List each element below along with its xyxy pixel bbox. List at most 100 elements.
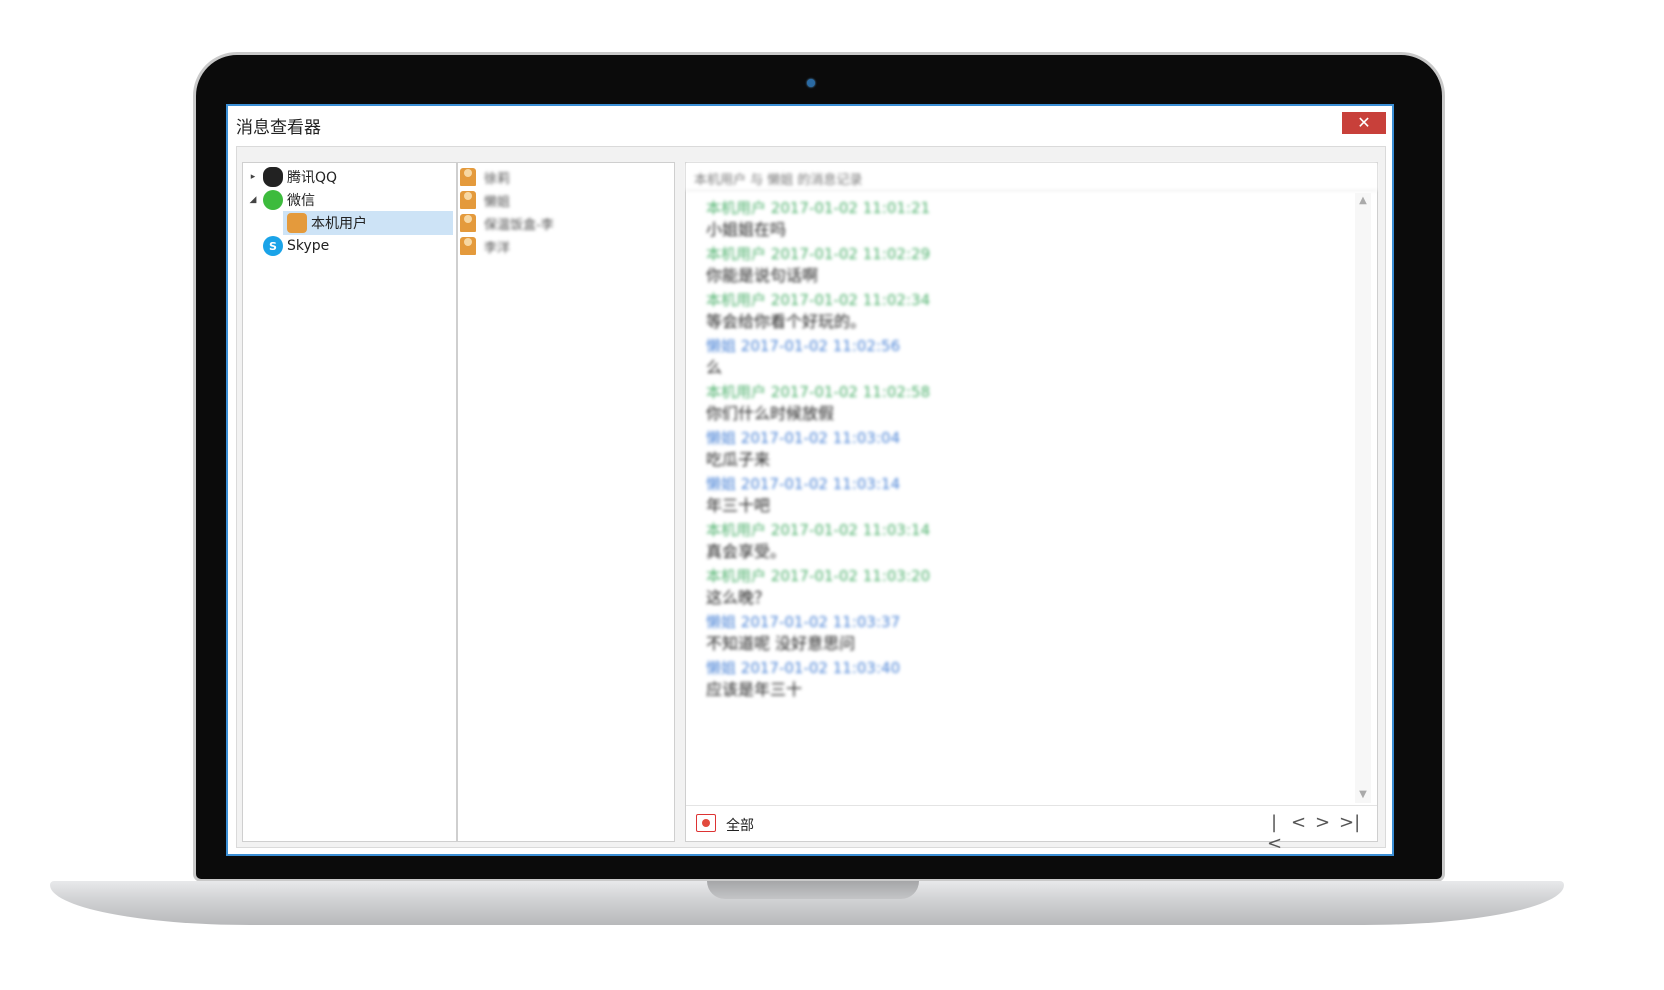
contact-name: 李洋 — [484, 240, 511, 256]
contact-item[interactable]: 保温饭盒-李 — [460, 211, 554, 235]
tree-item-label: 微信 — [287, 193, 315, 209]
message-text: 等会给你看个好玩的。 — [706, 312, 867, 331]
message-text: 小姐姐在吗 — [706, 220, 787, 239]
vertical-scrollbar[interactable]: ▲ ▼ — [1355, 193, 1371, 803]
contact-avatar-icon — [460, 191, 476, 209]
message-sender: 本机用户 — [706, 199, 767, 217]
contact-name: 徐莉 — [484, 171, 511, 187]
contact-avatar-icon — [460, 168, 476, 186]
contact-list: 徐莉 懒姐 保温饭盒-李 李洋 — [457, 162, 675, 842]
message-time: 2017-01-02 11:03:20 — [770, 567, 931, 585]
message-meta: 本机用户 2017-01-02 11:02:58 — [706, 381, 1326, 403]
message-meta: 本机用户 2017-01-02 11:03:14 — [706, 519, 1326, 541]
message-item: 本机用户 2017-01-02 11:03:14 真会享受。 — [706, 519, 1326, 565]
expand-arrow-icon[interactable]: ▸ — [247, 172, 259, 182]
scroll-up-icon[interactable]: ▲ — [1355, 193, 1371, 209]
contact-avatar-icon — [460, 237, 476, 255]
user-icon — [287, 213, 307, 233]
message-text: 么 — [706, 358, 723, 377]
message-sender: 本机用户 — [706, 383, 767, 401]
tree-item-label: Skype — [287, 238, 330, 254]
message-item: 本机用户 2017-01-02 11:02:58 你们什么时候放假 — [706, 381, 1326, 427]
tree-item-local-user[interactable]: 本机用户 — [283, 211, 453, 235]
message-meta: 本机用户 2017-01-02 11:02:34 — [706, 289, 1326, 311]
message-item: 懒姐 2017-01-02 11:02:56 么 — [706, 335, 1326, 381]
tree-item-wechat[interactable]: ◢ 微信 — [247, 188, 315, 212]
message-viewer-window: 消息查看器 ✕ ▸ 腾讯QQ ◢ 微信 本机用户 S Skype 徐莉 懒姐 保… — [226, 104, 1394, 856]
message-meta: 懒姐 2017-01-02 11:02:56 — [706, 335, 1326, 357]
message-pane: 本机用户 与 懒姐 的消息记录 本机用户 2017-01-02 11:01:21… — [685, 162, 1378, 854]
message-text: 不知道呢 没好意思问 — [706, 634, 856, 653]
message-item: 本机用户 2017-01-02 11:02:29 你能是说句话啊 — [706, 243, 1326, 289]
message-sender: 懒姐 — [706, 337, 737, 355]
message-sender: 本机用户 — [706, 567, 767, 585]
last-page-button[interactable]: >| — [1339, 812, 1360, 854]
tree-item-skype[interactable]: S Skype — [259, 234, 329, 258]
message-item: 懒姐 2017-01-02 11:03:40 应该是年三十 — [706, 657, 1326, 703]
message-time: 2017-01-02 11:02:29 — [770, 245, 931, 263]
pager: |< < > >| — [1267, 812, 1360, 854]
message-meta: 懒姐 2017-01-02 11:03:04 — [706, 427, 1326, 449]
message-meta: 本机用户 2017-01-02 11:01:21 — [706, 197, 1326, 219]
message-footer: 全部 |< < > >| — [686, 805, 1377, 854]
laptop-hinge — [707, 881, 919, 899]
tree-item-qq[interactable]: ▸ 腾讯QQ — [247, 165, 337, 189]
message-list: 本机用户 2017-01-02 11:01:21 小姐姐在吗 本机用户 2017-0… — [706, 197, 1326, 703]
message-sender: 本机用户 — [706, 245, 767, 263]
message-time: 2017-01-02 11:02:34 — [770, 291, 931, 309]
message-item: 懒姐 2017-01-02 11:03:14 年三十吧 — [706, 473, 1326, 519]
message-item: 懒姐 2017-01-02 11:03:37 不知道呢 没好意思问 — [706, 611, 1326, 657]
message-text: 这么晚？ — [706, 588, 771, 607]
message-text: 吃瓜子来 — [706, 450, 771, 469]
message-text: 你能是说句话啊 — [706, 266, 819, 285]
first-page-button[interactable]: |< — [1267, 812, 1282, 854]
message-meta: 懒姐 2017-01-02 11:03:40 — [706, 657, 1326, 679]
account-tree: ▸ 腾讯QQ ◢ 微信 本机用户 S Skype — [242, 162, 457, 842]
message-sender: 本机用户 — [706, 521, 767, 539]
close-button[interactable]: ✕ — [1342, 112, 1386, 134]
message-sender: 本机用户 — [706, 291, 767, 309]
tree-item-label: 腾讯QQ — [287, 170, 338, 186]
message-text: 年三十吧 — [706, 496, 771, 515]
message-item: 懒姐 2017-01-02 11:03:04 吃瓜子来 — [706, 427, 1326, 473]
next-page-button[interactable]: > — [1315, 812, 1330, 854]
contact-item[interactable]: 懒姐 — [460, 188, 510, 212]
contact-item[interactable]: 徐莉 — [460, 165, 510, 189]
message-text: 应该是年三十 — [706, 680, 803, 699]
content-frame: ▸ 腾讯QQ ◢ 微信 本机用户 S Skype 徐莉 懒姐 保温饭盒-李 李洋… — [236, 146, 1386, 854]
message-meta: 本机用户 2017-01-02 11:02:29 — [706, 243, 1326, 265]
skype-icon: S — [263, 236, 283, 256]
message-time: 2017-01-02 11:03:37 — [740, 613, 901, 631]
prev-page-button[interactable]: < — [1291, 812, 1306, 854]
message-meta: 懒姐 2017-01-02 11:03:37 — [706, 611, 1326, 633]
message-header: 本机用户 与 懒姐 的消息记录 — [686, 163, 1377, 191]
message-text: 真会享受。 — [706, 542, 787, 561]
message-time: 2017-01-02 11:03:40 — [740, 659, 901, 677]
message-meta: 本机用户 2017-01-02 11:03:20 — [706, 565, 1326, 587]
message-sender: 懒姐 — [706, 429, 737, 447]
message-time: 2017-01-02 11:03:14 — [770, 521, 931, 539]
message-item: 本机用户 2017-01-02 11:03:20 这么晚？ — [706, 565, 1326, 611]
message-sender: 懒姐 — [706, 475, 737, 493]
message-meta: 懒姐 2017-01-02 11:03:14 — [706, 473, 1326, 495]
message-time: 2017-01-02 11:01:21 — [770, 199, 931, 217]
wechat-icon — [263, 190, 283, 210]
scroll-down-icon[interactable]: ▼ — [1355, 787, 1371, 803]
message-item: 本机用户 2017-01-02 11:01:21 小姐姐在吗 — [706, 197, 1326, 243]
message-time: 2017-01-02 11:03:04 — [740, 429, 901, 447]
contact-item[interactable]: 李洋 — [460, 234, 510, 258]
tree-item-label: 本机用户 — [311, 216, 367, 232]
collapse-arrow-icon[interactable]: ◢ — [247, 195, 259, 205]
filter-icon[interactable] — [696, 814, 716, 832]
message-time: 2017-01-02 11:02:58 — [770, 383, 931, 401]
message-text: 你们什么时候放假 — [706, 404, 835, 423]
message-time: 2017-01-02 11:02:56 — [740, 337, 901, 355]
contact-avatar-icon — [460, 214, 476, 232]
filter-label[interactable]: 全部 — [726, 815, 754, 835]
message-item: 本机用户 2017-01-02 11:02:34 等会给你看个好玩的。 — [706, 289, 1326, 335]
message-sender: 懒姐 — [706, 659, 737, 677]
window-title: 消息查看器 — [236, 118, 321, 138]
camera-icon — [807, 79, 815, 87]
message-time: 2017-01-02 11:03:14 — [740, 475, 901, 493]
titlebar: 消息查看器 ✕ — [228, 106, 1392, 142]
